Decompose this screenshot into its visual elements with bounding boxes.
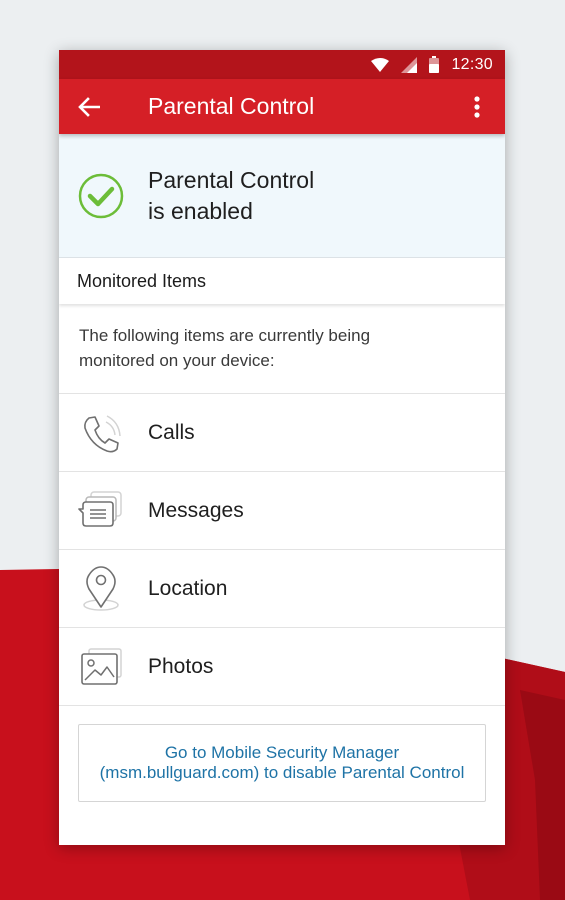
page-title: Parental Control bbox=[148, 93, 315, 119]
status-line-1: Parental Control bbox=[148, 166, 315, 193]
item-label-photos: Photos bbox=[148, 654, 214, 678]
msm-link-line-2: (msm.bullguard.com) to disable Parental … bbox=[99, 763, 465, 782]
status-message: Parental Control is enabled bbox=[148, 165, 314, 227]
item-label-calls: Calls bbox=[148, 420, 195, 444]
msm-link-line-1: Go to Mobile Security Manager bbox=[164, 743, 400, 762]
msm-link-text: Go to Mobile Security Manager (msm.bullg… bbox=[100, 743, 465, 783]
phone-icon bbox=[77, 408, 127, 458]
app-bar: Parental Control bbox=[59, 79, 505, 134]
signal-icon bbox=[401, 56, 418, 73]
status-banner: Parental Control is enabled bbox=[59, 134, 505, 258]
description-text: The following items are currently being … bbox=[59, 304, 505, 394]
msm-link-box[interactable]: Go to Mobile Security Manager (msm.bullg… bbox=[78, 724, 486, 802]
description-line-2: monitored on your device: bbox=[79, 351, 275, 370]
item-label-location: Location bbox=[148, 576, 228, 600]
status-time: 12:30 bbox=[451, 55, 493, 73]
back-arrow-icon bbox=[78, 96, 100, 117]
back-button[interactable] bbox=[59, 79, 119, 134]
item-label-messages: Messages bbox=[148, 498, 244, 522]
section-title: Monitored Items bbox=[59, 258, 505, 304]
more-vert-icon bbox=[474, 95, 480, 118]
photos-icon bbox=[77, 642, 127, 692]
overflow-menu-button[interactable] bbox=[449, 79, 505, 134]
battery-icon bbox=[429, 56, 440, 73]
list-item-location: Location bbox=[59, 550, 505, 628]
description-line-1: The following items are currently being bbox=[79, 326, 371, 345]
location-pin-icon bbox=[77, 564, 127, 614]
list-item-photos: Photos bbox=[59, 628, 505, 706]
messages-icon bbox=[77, 486, 127, 536]
check-circle-icon bbox=[78, 173, 124, 218]
list-item-messages: Messages bbox=[59, 472, 505, 550]
status-bar: 12:30 bbox=[59, 50, 505, 79]
wifi-icon bbox=[371, 57, 390, 72]
phone-screen: 12:30 Parental Control Parental Control … bbox=[59, 50, 505, 845]
status-line-2: is enabled bbox=[148, 197, 253, 224]
list-item-calls: Calls bbox=[59, 394, 505, 472]
